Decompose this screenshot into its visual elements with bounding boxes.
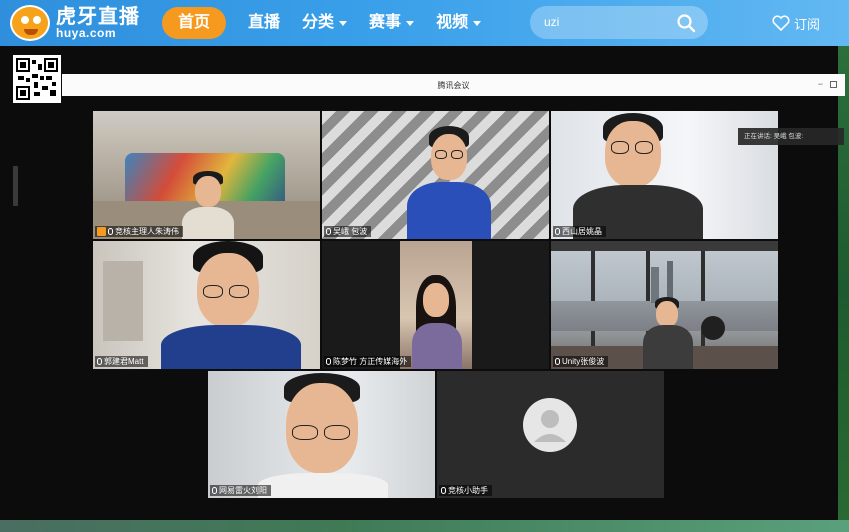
participant-label: Unity张俊波 <box>553 356 609 367</box>
participant-label: 郭建君Matt <box>95 356 148 367</box>
bottom-decoration <box>0 520 849 532</box>
chevron-down-icon <box>473 20 482 26</box>
huya-mascot-icon <box>10 5 50 41</box>
qr-code <box>13 55 61 103</box>
mic-icon <box>212 487 217 494</box>
mic-icon <box>97 358 102 365</box>
speaking-indicator: 正在讲话: 吴峨 包波: <box>738 128 844 145</box>
subscribe-button[interactable]: 订阅 <box>772 12 820 34</box>
search-value: uzi <box>544 15 560 29</box>
participant-label: 竞核主理人朱涛伟 <box>95 226 183 237</box>
nav-video[interactable]: 视频 <box>436 7 482 39</box>
mic-icon <box>555 228 560 235</box>
site-header: 虎牙直播 huya.com 首页 直播 分类 赛事 视频 uzi 订阅 <box>0 0 849 46</box>
video-tile[interactable]: 郭建君Matt <box>93 241 320 369</box>
participant-label: 西山居姚晶 <box>553 226 606 237</box>
nav-home[interactable]: 首页 <box>162 7 227 39</box>
logo-domain-text: huya.com <box>56 25 117 40</box>
meeting-title: 腾讯会议 <box>437 81 470 90</box>
side-toggle-handle[interactable] <box>13 166 18 206</box>
main-nav: 首页 直播 分类 赛事 视频 <box>162 7 503 39</box>
chevron-down-icon <box>406 20 415 26</box>
participant-label: 陈梦竹 方正传媒海外 <box>324 356 412 367</box>
participant-label: 网易雷火刘阳 <box>210 485 271 496</box>
video-tile[interactable]: 网易雷火刘阳 <box>208 371 435 498</box>
video-tile[interactable]: 吴峨 包波 <box>322 111 549 239</box>
side-decoration <box>838 46 849 532</box>
search-input[interactable]: uzi <box>530 6 708 39</box>
participant-label: 吴峨 包波 <box>324 226 372 237</box>
mic-icon <box>555 358 560 365</box>
video-tile[interactable]: Unity张俊波 <box>551 241 778 369</box>
avatar-placeholder-icon <box>523 398 577 452</box>
video-tile[interactable]: 竞核小助手 <box>437 371 664 498</box>
huya-logo[interactable]: 虎牙直播 huya.com <box>10 4 140 42</box>
video-tile[interactable]: 竞核主理人朱涛伟 <box>93 111 320 239</box>
nav-events[interactable]: 赛事 <box>369 7 415 39</box>
mic-icon <box>326 228 331 235</box>
nav-category[interactable]: 分类 <box>302 7 348 39</box>
subscribe-label: 订阅 <box>794 16 821 32</box>
meeting-titlebar: 腾讯会议 − <box>62 74 845 96</box>
maximize-button[interactable] <box>830 81 837 88</box>
heart-icon <box>772 15 790 31</box>
video-tile[interactable]: 陈梦竹 方正传媒海外 <box>322 241 549 369</box>
search-icon[interactable] <box>676 13 696 33</box>
mic-icon <box>326 358 331 365</box>
participant-label: 竞核小助手 <box>439 485 492 496</box>
chevron-down-icon <box>339 20 348 26</box>
qr-code-image <box>16 58 58 100</box>
nav-live[interactable]: 直播 <box>248 7 280 39</box>
logo-chinese-text: 虎牙直播 <box>56 5 140 28</box>
minimize-button[interactable]: − <box>818 79 823 89</box>
mic-icon <box>441 487 446 494</box>
host-badge-icon <box>97 227 106 236</box>
mic-icon <box>108 228 113 235</box>
